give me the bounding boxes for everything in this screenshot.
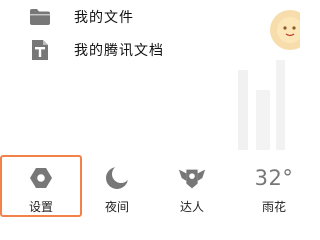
menu-item-label: 我的腾讯文档 — [74, 43, 164, 59]
weather-icon: 32° — [255, 166, 293, 190]
app-menu-screen: 我的文件 我的腾讯文档 设置 夜间 达人 32° 雨花 — [0, 0, 300, 225]
moon-icon — [102, 166, 132, 190]
menu-item-my-files[interactable]: 我的文件 — [0, 0, 240, 34]
settings-icon — [26, 166, 56, 190]
lion-mascot-icon — [270, 10, 300, 50]
temperature-value: 32° — [254, 166, 294, 190]
tencent-docs-icon — [29, 39, 51, 61]
folder-icon — [29, 6, 51, 28]
weather-button[interactable]: 32° 雨花 — [244, 155, 300, 217]
weather-location-label: 雨花 — [261, 200, 286, 214]
talent-badge-icon — [177, 166, 207, 190]
night-mode-button[interactable]: 夜间 — [87, 155, 147, 217]
talent-label: 达人 — [179, 200, 204, 214]
bottom-quick-bar: 设置 夜间 达人 32° 雨花 — [0, 155, 300, 225]
night-mode-label: 夜间 — [104, 200, 129, 214]
talent-button[interactable]: 达人 — [162, 155, 222, 217]
settings-label: 设置 — [28, 200, 53, 214]
menu-item-label: 我的文件 — [74, 10, 134, 26]
settings-button[interactable]: 设置 — [0, 155, 82, 217]
menu-item-tencent-docs[interactable]: 我的腾讯文档 — [0, 33, 240, 67]
